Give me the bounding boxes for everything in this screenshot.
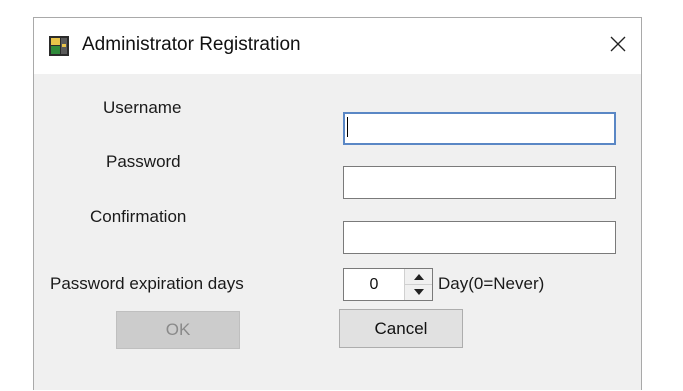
expiration-days-value[interactable]: 0 bbox=[344, 269, 404, 300]
dialog-body: Username Password Confirmation Password … bbox=[34, 74, 641, 391]
confirmation-label: Confirmation bbox=[90, 207, 187, 226]
stepper-buttons bbox=[404, 269, 432, 300]
expiration-unit-label: Day(0=Never) bbox=[438, 274, 545, 293]
ok-button[interactable]: OK bbox=[116, 311, 240, 349]
close-button[interactable] bbox=[595, 18, 641, 74]
window-title: Administrator Registration bbox=[82, 34, 301, 55]
expiration-days-stepper[interactable]: 0 bbox=[343, 268, 433, 301]
expiration-label: Password expiration days bbox=[50, 274, 244, 293]
app-key-icon bbox=[48, 35, 70, 57]
password-field[interactable] bbox=[343, 166, 616, 199]
username-field[interactable] bbox=[343, 112, 616, 145]
spin-up-icon bbox=[413, 273, 424, 280]
cancel-button[interactable]: Cancel bbox=[339, 309, 463, 348]
username-label: Username bbox=[103, 98, 182, 117]
close-icon bbox=[610, 36, 626, 57]
text-caret bbox=[347, 117, 348, 137]
password-label: Password bbox=[106, 152, 181, 171]
administrator-registration-dialog: Administrator Registration Username Pass… bbox=[33, 17, 642, 390]
confirmation-field[interactable] bbox=[343, 221, 616, 254]
spin-down-button[interactable] bbox=[405, 284, 432, 299]
spin-up-button[interactable] bbox=[405, 269, 432, 285]
spin-down-icon bbox=[413, 288, 424, 295]
title-bar: Administrator Registration bbox=[34, 18, 641, 74]
